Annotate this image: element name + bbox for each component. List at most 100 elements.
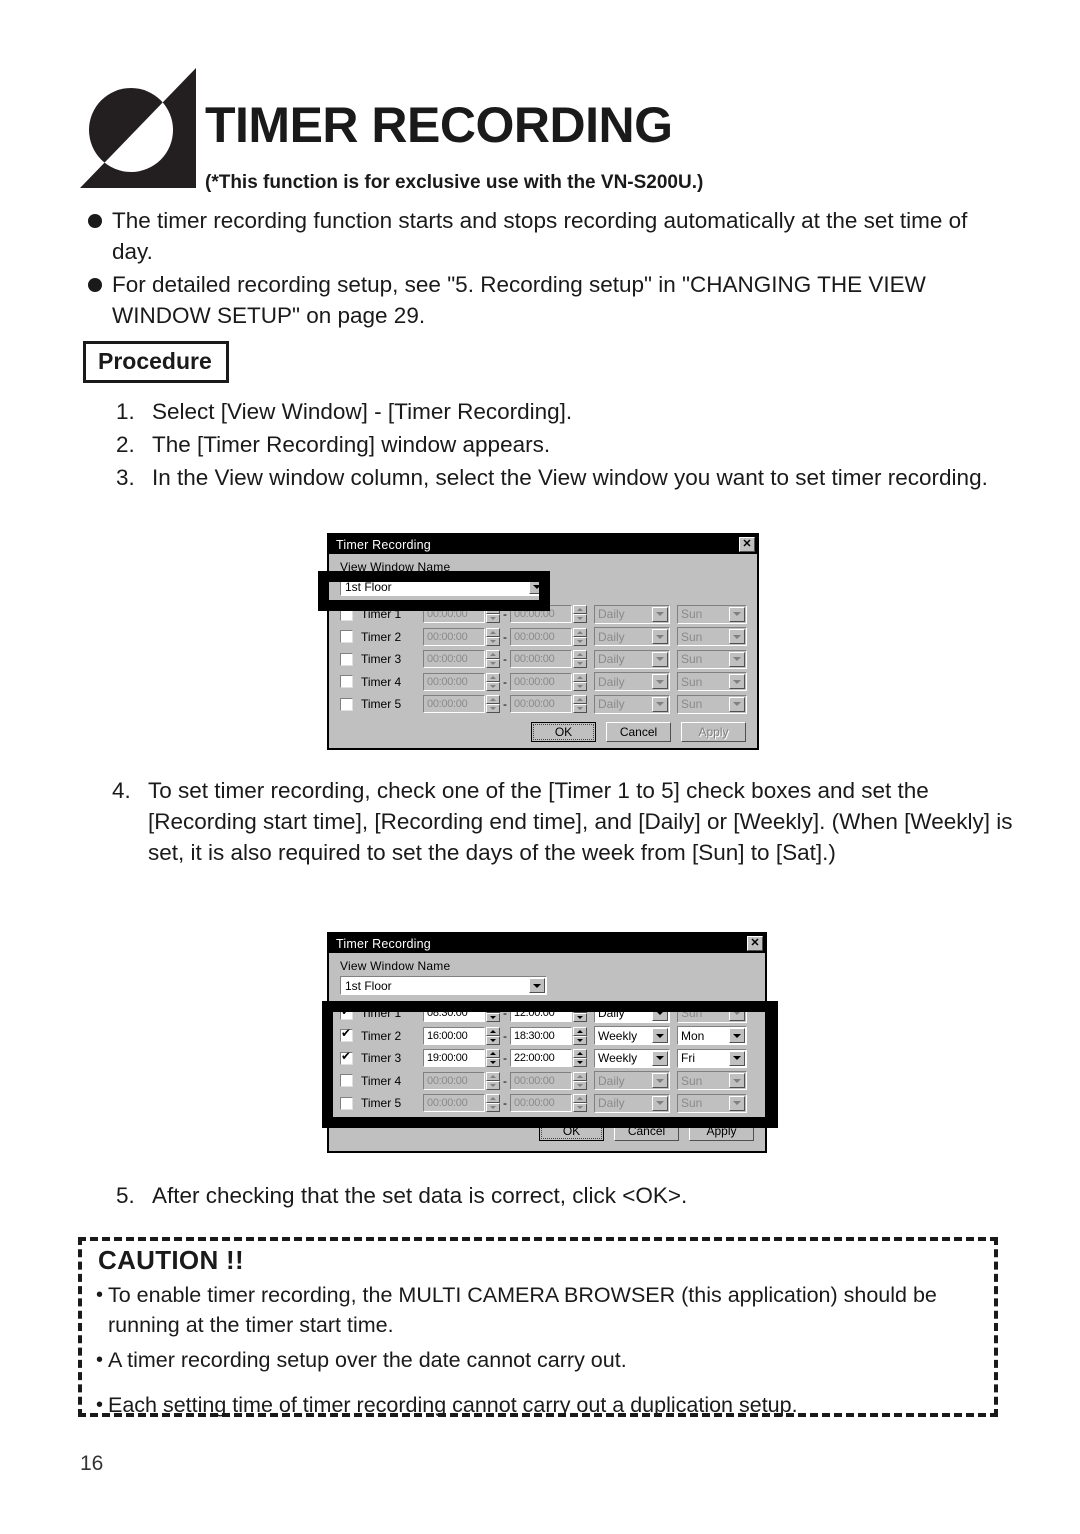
chevron-down-icon[interactable]: [652, 606, 668, 622]
table-row[interactable]: Timer 3 19:00:00 - 22:00:00 Weekly Fri: [340, 1047, 756, 1070]
timer-checkbox[interactable]: [340, 1027, 353, 1043]
timer-checkbox[interactable]: [340, 630, 353, 644]
spinner-icon[interactable]: [486, 672, 500, 691]
start-time-field[interactable]: 00:00:00: [423, 1071, 485, 1090]
timer-checkbox[interactable]: [340, 652, 353, 666]
day-select[interactable]: Sun: [677, 1071, 747, 1091]
day-select[interactable]: Sun: [677, 649, 747, 669]
view-window-select[interactable]: 1st Floor: [340, 577, 547, 596]
end-time-stepper[interactable]: 00:00:00: [510, 627, 587, 646]
spinner-icon[interactable]: [573, 1049, 587, 1068]
end-time-stepper[interactable]: 00:00:00: [510, 695, 587, 714]
mode-select[interactable]: Daily: [594, 604, 670, 624]
table-row[interactable]: Timer 3 00:00:00 - 00:00:00 Daily Sun: [340, 648, 748, 671]
end-time-stepper[interactable]: 12:00:00: [510, 1004, 587, 1023]
spinner-icon[interactable]: [486, 627, 500, 646]
timer-recording-dialog-unset[interactable]: Timer Recording ✕ View Window Name 1st F…: [327, 533, 759, 750]
start-time-field[interactable]: 00:00:00: [423, 627, 485, 646]
start-time-stepper[interactable]: 16:00:00: [423, 1026, 500, 1045]
day-select[interactable]: Sun: [677, 627, 747, 647]
end-time-field[interactable]: 00:00:00: [510, 627, 572, 646]
spinner-icon[interactable]: [573, 1094, 587, 1113]
chevron-down-icon[interactable]: [729, 1050, 745, 1066]
timer-checkbox[interactable]: [340, 675, 353, 689]
day-select[interactable]: Mon: [677, 1026, 747, 1046]
start-time-stepper[interactable]: 00:00:00: [423, 627, 500, 646]
start-time-stepper[interactable]: 00:00:00: [423, 672, 500, 691]
spinner-icon[interactable]: [573, 1004, 587, 1023]
end-time-stepper[interactable]: 22:00:00: [510, 1049, 587, 1068]
apply-button[interactable]: Apply: [689, 1120, 754, 1141]
chevron-down-icon[interactable]: [529, 579, 545, 594]
spinner-icon[interactable]: [573, 627, 587, 646]
start-time-stepper[interactable]: 00:00:00: [423, 1071, 500, 1090]
start-time-stepper[interactable]: 19:00:00: [423, 1049, 500, 1068]
mode-select[interactable]: Daily: [594, 649, 670, 669]
table-row[interactable]: Timer 1 00:00:00 - 00:00:00 Daily Sun: [340, 603, 748, 626]
spinner-icon[interactable]: [573, 1026, 587, 1045]
timer-checkbox[interactable]: [340, 1096, 353, 1110]
table-row[interactable]: Timer 4 00:00:00 - 00:00:00 Daily Sun: [340, 671, 748, 694]
start-time-field[interactable]: 00:00:00: [423, 672, 485, 691]
chevron-down-icon[interactable]: [729, 1095, 745, 1111]
chevron-down-icon[interactable]: [652, 629, 668, 645]
spinner-icon[interactable]: [573, 1071, 587, 1090]
end-time-field[interactable]: 00:00:00: [510, 605, 572, 624]
mode-select[interactable]: Daily: [594, 694, 670, 714]
chevron-down-icon[interactable]: [729, 651, 745, 667]
ok-button[interactable]: OK: [539, 1120, 604, 1141]
spinner-icon[interactable]: [486, 1026, 500, 1045]
day-select[interactable]: Sun: [677, 604, 747, 624]
chevron-down-icon[interactable]: [652, 651, 668, 667]
spinner-icon[interactable]: [486, 650, 500, 669]
start-time-stepper[interactable]: 08:30:00: [423, 1004, 500, 1023]
end-time-stepper[interactable]: 18:30:00: [510, 1026, 587, 1045]
spinner-icon[interactable]: [486, 1004, 500, 1023]
chevron-down-icon[interactable]: [729, 674, 745, 690]
spinner-icon[interactable]: [486, 1094, 500, 1113]
spinner-icon[interactable]: [573, 650, 587, 669]
chevron-down-icon[interactable]: [652, 1050, 668, 1066]
spinner-icon[interactable]: [486, 605, 500, 624]
end-time-field[interactable]: 18:30:00: [510, 1026, 572, 1045]
table-row[interactable]: Timer 4 00:00:00 - 00:00:00 Daily Sun: [340, 1070, 756, 1093]
end-time-field[interactable]: 22:00:00: [510, 1049, 572, 1068]
timer-checkbox[interactable]: [340, 1074, 353, 1088]
spinner-icon[interactable]: [486, 695, 500, 714]
chevron-down-icon[interactable]: [729, 1028, 745, 1044]
timer-recording-dialog-set[interactable]: Timer Recording ✕ View Window Name 1st F…: [327, 932, 767, 1153]
start-time-field[interactable]: 00:00:00: [423, 605, 485, 624]
mode-select[interactable]: Daily: [594, 1071, 670, 1091]
start-time-field[interactable]: 08:30:00: [423, 1004, 485, 1023]
ok-button[interactable]: OK: [531, 721, 596, 742]
day-select[interactable]: Fri: [677, 1048, 747, 1068]
chevron-down-icon[interactable]: [652, 1028, 668, 1044]
mode-select[interactable]: Weekly: [594, 1026, 670, 1046]
start-time-stepper[interactable]: 00:00:00: [423, 695, 500, 714]
chevron-down-icon[interactable]: [652, 674, 668, 690]
timer-checkbox[interactable]: [340, 607, 353, 621]
close-icon[interactable]: ✕: [739, 537, 755, 552]
spinner-icon[interactable]: [573, 605, 587, 624]
chevron-down-icon[interactable]: [652, 1095, 668, 1111]
table-row[interactable]: Timer 2 16:00:00 - 18:30:00 Weekly Mon: [340, 1025, 756, 1048]
chevron-down-icon[interactable]: [652, 1005, 668, 1021]
timer-checkbox[interactable]: [340, 697, 353, 711]
timer-checkbox[interactable]: [340, 1050, 353, 1065]
end-time-field[interactable]: 00:00:00: [510, 672, 572, 691]
start-time-stepper[interactable]: 00:00:00: [423, 650, 500, 669]
table-row[interactable]: Timer 5 00:00:00 - 00:00:00 Daily Sun: [340, 693, 748, 716]
start-time-field[interactable]: 00:00:00: [423, 1094, 485, 1113]
start-time-field[interactable]: 00:00:00: [423, 650, 485, 669]
start-time-field[interactable]: 00:00:00: [423, 695, 485, 714]
end-time-stepper[interactable]: 00:00:00: [510, 650, 587, 669]
start-time-field[interactable]: 16:00:00: [423, 1026, 485, 1045]
chevron-down-icon[interactable]: [729, 606, 745, 622]
chevron-down-icon[interactable]: [729, 629, 745, 645]
day-select[interactable]: Sun: [677, 672, 747, 692]
end-time-field[interactable]: 00:00:00: [510, 695, 572, 714]
table-row[interactable]: Timer 1 08:30:00 - 12:00:00 Daily Sun: [340, 1002, 756, 1025]
spinner-icon[interactable]: [486, 1071, 500, 1090]
mode-select[interactable]: Daily: [594, 627, 670, 647]
end-time-stepper[interactable]: 00:00:00: [510, 605, 587, 624]
